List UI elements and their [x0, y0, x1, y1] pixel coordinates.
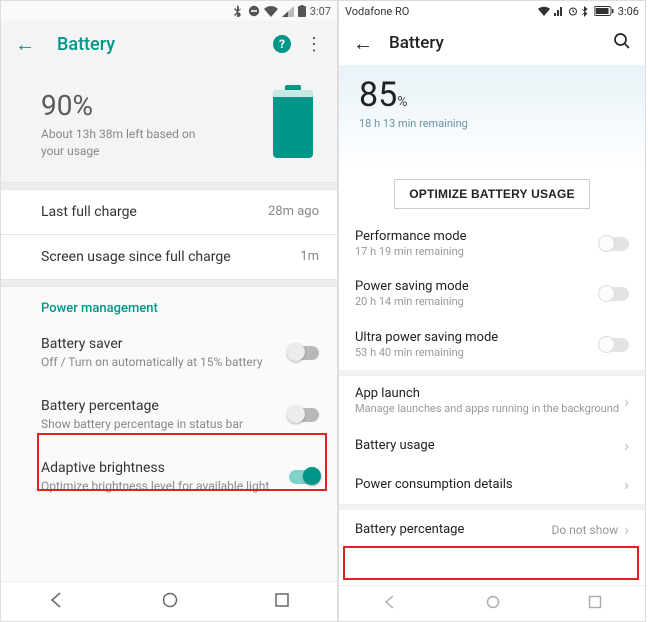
status-bar: Vodafone RO 3:06	[339, 1, 645, 21]
status-time: 3:07	[310, 5, 331, 18]
divider	[1, 182, 337, 190]
nav-back-icon[interactable]	[382, 594, 398, 614]
row-battery-percentage[interactable]: Battery percentage Do not show ›	[339, 510, 645, 549]
chevron-right-icon: ›	[624, 520, 629, 539]
section-header-power-mgmt: Power management	[1, 287, 337, 322]
row-sub: Optimize brightness level for available …	[41, 478, 269, 494]
app-bar: ← Battery ? ⋮	[1, 21, 337, 67]
battery-estimate: About 13h 38m left based on your usage	[41, 126, 211, 160]
battery-percent: 90%	[41, 89, 273, 122]
row-value: 1m	[300, 249, 319, 264]
row-value: Do not show	[551, 523, 618, 537]
row-label: Power saving mode	[355, 279, 599, 294]
toggle-adaptive-brightness[interactable]	[289, 470, 319, 484]
row-sub: 20 h 14 min remaining	[355, 295, 599, 309]
signal-icon	[282, 6, 294, 17]
row-sub: Manage launches and apps running in the …	[355, 402, 624, 416]
row-value: 28m ago	[268, 204, 319, 219]
battery-summary: 85% 18 h 13 min remaining	[339, 65, 645, 171]
nav-home-icon[interactable]	[485, 594, 501, 614]
row-app-launch[interactable]: App launch Manage launches and apps runn…	[339, 376, 645, 426]
status-carrier: Vodafone RO	[345, 5, 409, 18]
app-bar: ← Battery	[339, 21, 645, 65]
back-icon[interactable]: ←	[353, 31, 373, 56]
divider	[1, 279, 337, 287]
signal-icon	[554, 6, 564, 16]
row-adaptive-brightness[interactable]: Adaptive brightness Optimize brightness …	[1, 446, 337, 508]
row-label: Battery usage	[355, 438, 624, 453]
toggle-ultra-power-saving[interactable]	[599, 338, 629, 352]
optimize-battery-button[interactable]: OPTIMIZE BATTERY USAGE	[394, 179, 590, 209]
row-last-full-charge[interactable]: Last full charge 28m ago	[1, 190, 337, 234]
back-icon[interactable]: ←	[15, 32, 35, 57]
row-label: Battery saver	[41, 336, 122, 352]
search-icon[interactable]	[613, 32, 631, 54]
battery-percent-symbol: %	[397, 94, 407, 110]
bluetooth-icon	[582, 6, 590, 17]
row-label: Adaptive brightness	[41, 460, 165, 476]
row-label: Power consumption details	[355, 477, 624, 492]
chevron-right-icon: ›	[624, 475, 629, 494]
battery-graphic-icon	[273, 90, 313, 158]
row-label: Screen usage since full charge	[41, 249, 300, 265]
alarm-icon	[568, 6, 578, 16]
row-battery-saver[interactable]: Battery saver Off / Turn on automaticall…	[1, 322, 337, 384]
row-battery-usage[interactable]: Battery usage ›	[339, 426, 645, 465]
row-label: App launch	[355, 386, 624, 401]
chevron-right-icon: ›	[624, 436, 629, 455]
dnd-icon	[248, 5, 260, 17]
phone-android-stock: 3:07 ← Battery ? ⋮ 90% About 13h 38m lef…	[0, 0, 338, 622]
battery-summary[interactable]: 90% About 13h 38m left based on your usa…	[1, 67, 337, 182]
battery-icon	[298, 5, 306, 17]
row-sub: Show battery percentage in status bar	[41, 416, 243, 432]
row-sub: 17 h 19 min remaining	[355, 245, 599, 259]
row-power-consumption-details[interactable]: Power consumption details ›	[339, 465, 645, 504]
battery-icon	[594, 6, 614, 16]
toggle-performance-mode[interactable]	[599, 237, 629, 251]
annotation-highlight	[343, 546, 639, 580]
row-ultra-power-saving[interactable]: Ultra power saving mode 53 h 40 min rema…	[339, 320, 645, 370]
battery-percent-number: 85	[359, 75, 397, 115]
nav-recent-icon[interactable]	[274, 592, 290, 612]
row-label: Last full charge	[41, 204, 268, 220]
nav-recent-icon[interactable]	[588, 594, 602, 613]
row-sub: Off / Turn on automatically at 15% batte…	[41, 354, 263, 370]
row-performance-mode[interactable]: Performance mode 17 h 19 min remaining	[339, 219, 645, 269]
status-bar: 3:07	[1, 1, 337, 21]
chevron-right-icon: ›	[624, 392, 629, 411]
status-time: 3:06	[618, 5, 639, 18]
row-label: Battery percentage	[41, 398, 159, 414]
wifi-icon	[264, 6, 278, 17]
phone-emui: Vodafone RO 3:06 ← Battery 85% 18 h 13 m…	[338, 0, 646, 622]
nav-back-icon[interactable]	[48, 591, 66, 613]
toggle-battery-saver[interactable]	[289, 346, 319, 360]
wifi-icon	[538, 6, 550, 16]
page-title: Battery	[389, 33, 613, 53]
nav-bar	[339, 585, 645, 621]
row-screen-usage[interactable]: Screen usage since full charge 1m	[1, 235, 337, 279]
more-icon[interactable]: ⋮	[305, 34, 323, 55]
row-label: Performance mode	[355, 229, 599, 244]
row-sub: 53 h 40 min remaining	[355, 346, 599, 360]
row-power-saving-mode[interactable]: Power saving mode 20 h 14 min remaining	[339, 269, 645, 319]
bluetooth-icon	[234, 5, 244, 17]
battery-remaining: 18 h 13 min remaining	[359, 117, 625, 130]
toggle-power-saving[interactable]	[599, 287, 629, 301]
help-icon[interactable]: ?	[273, 35, 291, 53]
page-title: Battery	[57, 34, 273, 55]
row-battery-percentage[interactable]: Battery percentage Show battery percenta…	[1, 384, 337, 446]
row-label: Ultra power saving mode	[355, 330, 599, 345]
toggle-battery-percentage[interactable]	[289, 408, 319, 422]
nav-bar	[1, 581, 337, 621]
row-label: Battery percentage	[355, 522, 551, 537]
nav-home-icon[interactable]	[161, 591, 179, 613]
